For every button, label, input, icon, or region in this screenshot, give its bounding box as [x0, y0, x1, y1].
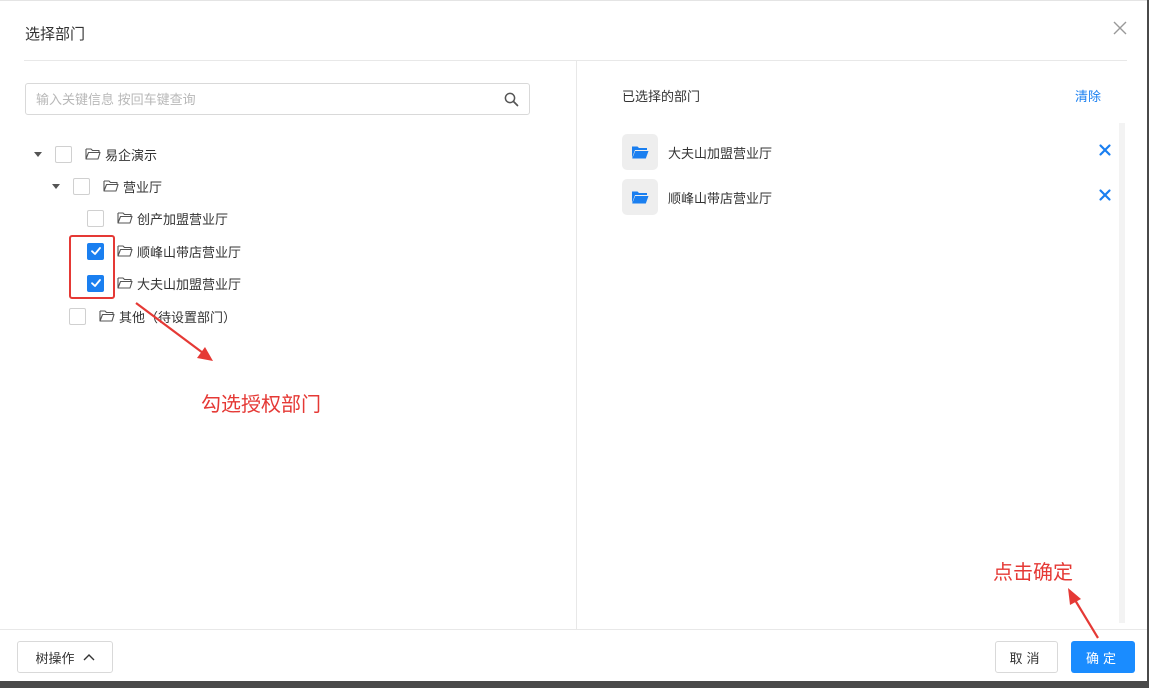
folder-icon	[103, 179, 119, 193]
scrollbar[interactable]	[1119, 123, 1125, 623]
department-tree-panel: 易企演示 营业厅 创产加盟营业厅 顺峰山带店营业厅	[0, 61, 577, 629]
tree-node-label: 创产加盟营业厅	[137, 211, 229, 227]
caret-down-icon[interactable]	[49, 179, 63, 193]
tree-checkbox[interactable]	[87, 209, 104, 227]
folder-icon	[117, 244, 133, 258]
close-icon	[1113, 21, 1127, 35]
remove-icon[interactable]	[1098, 188, 1112, 202]
tree-checkbox[interactable]	[55, 145, 72, 163]
dialog-footer: 树操作 取消 确定	[0, 629, 1147, 682]
caret-down-icon[interactable]	[31, 147, 45, 161]
chevron-up-icon	[83, 654, 94, 661]
tree-node-chuangchan[interactable]: 创产加盟营业厅	[63, 203, 228, 233]
tree-node-label: 大夫山加盟营业厅	[137, 276, 242, 292]
dialog-title: 选择部门	[25, 26, 86, 43]
folder-open-icon	[622, 179, 658, 215]
remove-icon[interactable]	[1098, 143, 1112, 157]
folder-icon	[117, 276, 133, 290]
tree-node-label: 易企演示	[105, 147, 158, 163]
folder-open-icon	[622, 134, 658, 170]
tree-node-label: 其他（待设置部门）	[119, 309, 237, 325]
tree-operations-button[interactable]: 树操作	[17, 641, 113, 673]
select-department-dialog: 选择部门 易企演示	[0, 0, 1147, 681]
tree-node-business-hall[interactable]: 营业厅	[49, 171, 162, 201]
clear-button[interactable]: 清除	[1075, 86, 1101, 105]
folder-icon	[99, 309, 115, 323]
annotation-check-hint: 勾选授权部门	[201, 392, 321, 416]
search-box	[25, 83, 530, 115]
selected-title: 已选择的部门	[622, 89, 701, 104]
folder-icon	[85, 147, 101, 161]
close-button[interactable]	[1109, 17, 1131, 39]
cancel-button[interactable]: 取消	[995, 641, 1058, 673]
tree-checkbox[interactable]	[69, 307, 86, 325]
selected-item-label: 顺峰山带店营业厅	[668, 190, 773, 206]
tree-node-label: 顺峰山带店营业厅	[137, 244, 242, 260]
selected-item-label: 大夫山加盟营业厅	[668, 145, 773, 161]
annotation-confirm-hint: 点击确定	[993, 560, 1073, 584]
tree-node-yiqi-demo[interactable]: 易企演示	[31, 139, 157, 169]
tree-node-others[interactable]: 其他（待设置部门）	[45, 301, 236, 331]
dialog-header: 选择部门	[0, 1, 1147, 61]
search-icon[interactable]	[504, 92, 519, 107]
folder-icon	[117, 211, 133, 225]
tree-operations-label: 树操作	[35, 650, 75, 666]
selected-item: 顺峰山带店营业厅	[622, 179, 1112, 215]
search-input[interactable]	[36, 84, 496, 114]
selected-departments-panel: 已选择的部门 清除 大夫山加盟营业厅 顺峰山带店营业厅	[578, 61, 1147, 629]
annotation-highlight-box	[69, 235, 115, 299]
selected-item: 大夫山加盟营业厅	[622, 134, 1112, 170]
confirm-button[interactable]: 确定	[1071, 641, 1135, 673]
tree-node-label: 营业厅	[123, 179, 163, 195]
tree-checkbox[interactable]	[73, 177, 90, 195]
